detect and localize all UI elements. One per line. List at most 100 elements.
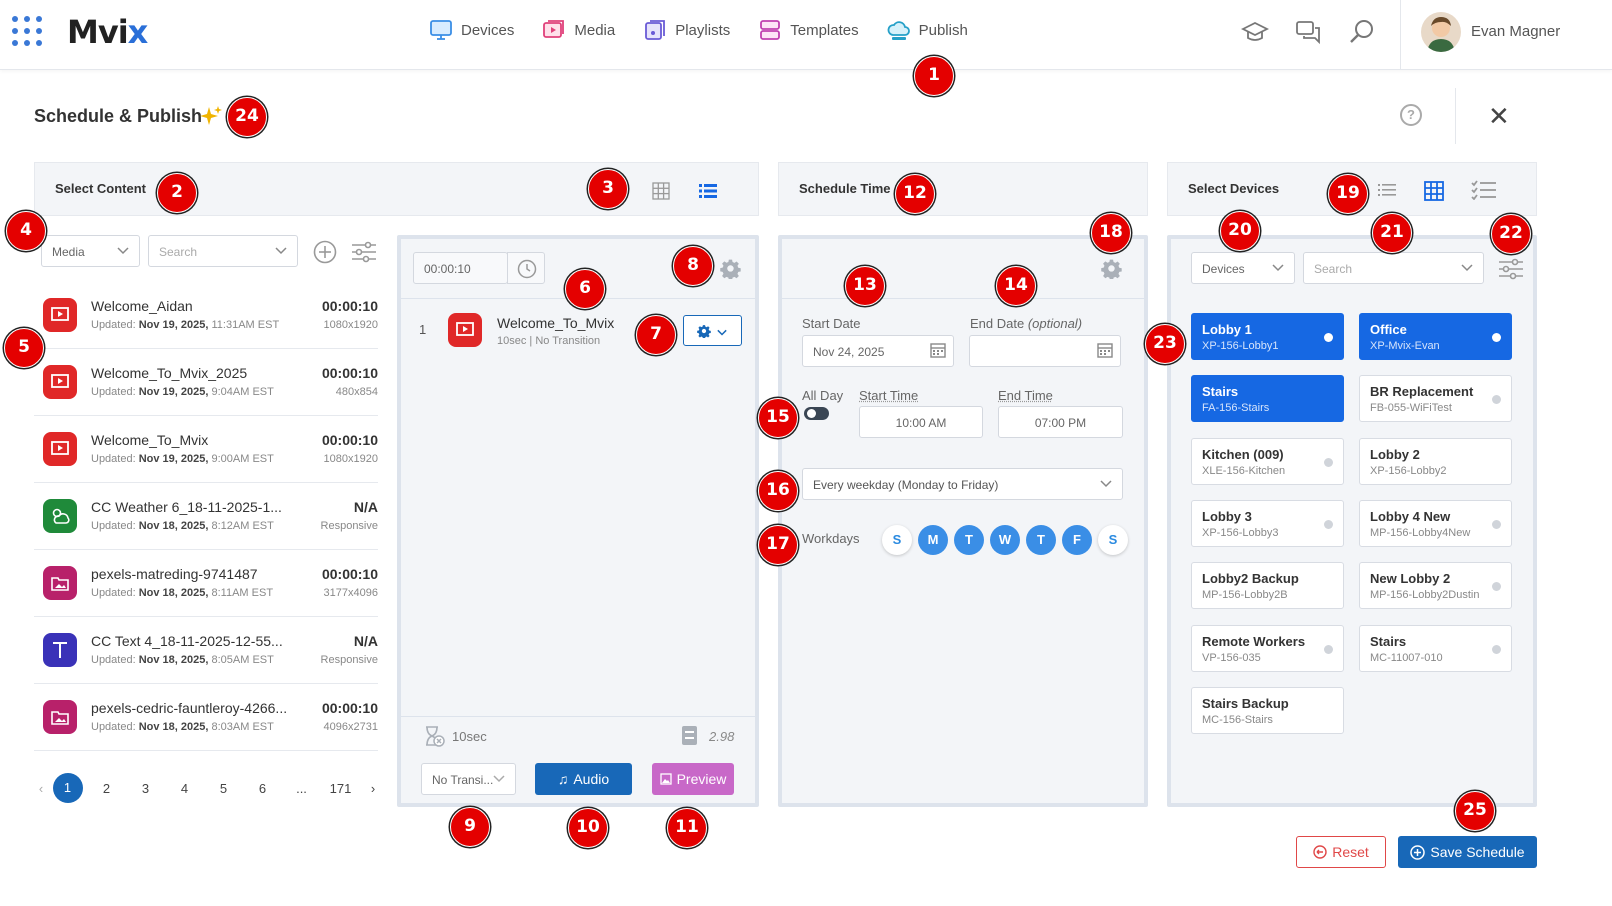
close-icon[interactable]: ✕ <box>1488 103 1510 129</box>
device-type-select[interactable]: Devices <box>1191 252 1295 284</box>
filter-sliders-icon[interactable] <box>1498 257 1524 281</box>
annotation-badge: 14 <box>996 266 1036 306</box>
list-item[interactable]: Welcome_To_Mvix Updated: Nov 19, 2025, 9… <box>34 416 378 483</box>
list-item[interactable]: Welcome_To_Mvix_2025 Updated: Nov 19, 20… <box>34 349 378 416</box>
nav-media[interactable]: Media <box>542 18 615 42</box>
gear-icon[interactable] <box>1101 258 1122 279</box>
device-card-new-lobby-2[interactable]: New Lobby 2 MP-156-Lobby2Dustin <box>1359 562 1512 609</box>
audio-button[interactable]: ♫ Audio <box>535 763 632 795</box>
list-item[interactable]: pexels-cedric-fauntleroy-4266... Updated… <box>34 684 378 751</box>
list-view-icon[interactable] <box>1378 183 1396 197</box>
day-monday[interactable]: M <box>918 525 948 555</box>
content-search-input[interactable]: Search <box>148 235 298 267</box>
avatar[interactable] <box>1421 12 1461 52</box>
content-name: Welcome_Aidan <box>91 298 193 314</box>
all-day-toggle[interactable] <box>804 407 829 420</box>
device-card-stairs-mc[interactable]: Stairs MC-11007-010 <box>1359 625 1512 672</box>
device-card-office[interactable]: Office XP-Mvix-Evan <box>1359 313 1512 360</box>
calendar-icon[interactable] <box>930 342 946 358</box>
device-card-kitchen[interactable]: Kitchen (009) XLE-156-Kitchen <box>1191 438 1344 485</box>
gear-icon[interactable] <box>720 258 741 279</box>
nav-publish[interactable]: Publish <box>887 18 968 42</box>
clock-button[interactable] <box>507 252 545 284</box>
calendar-icon[interactable] <box>1097 342 1113 358</box>
content-type-select[interactable]: Media <box>41 235 140 267</box>
search-icon[interactable] <box>1348 18 1376 46</box>
device-card-lobby-1[interactable]: Lobby 1 XP-156-Lobby1 <box>1191 313 1344 360</box>
clock-icon <box>517 259 537 279</box>
apps-grid-icon[interactable] <box>12 16 42 46</box>
device-card-remote-workers[interactable]: Remote Workers VP-156-035 <box>1191 625 1344 672</box>
chevron-down-icon <box>717 329 727 336</box>
prev-page-icon[interactable]: ‹ <box>34 781 48 796</box>
help-icon[interactable]: ? <box>1400 104 1422 126</box>
day-sunday[interactable]: S <box>882 525 912 555</box>
device-card-lobby2-backup[interactable]: Lobby2 Backup MP-156-Lobby2B <box>1191 562 1344 609</box>
schedule-time-header: Schedule Time <box>778 162 1148 216</box>
day-saturday[interactable]: S <box>1098 525 1128 555</box>
page-4[interactable]: 4 <box>165 781 204 796</box>
mvix-logo[interactable]: Mvix <box>67 13 148 51</box>
annotation-badge: 18 <box>1091 213 1131 253</box>
list-view-icon[interactable] <box>699 183 717 199</box>
add-circle-icon[interactable] <box>313 240 337 264</box>
chevron-down-icon <box>117 247 129 255</box>
day-tuesday[interactable]: T <box>954 525 984 555</box>
day-wednesday[interactable]: W <box>990 525 1020 555</box>
transition-select[interactable]: No Transi... <box>421 763 516 795</box>
page-last[interactable]: 171 <box>321 781 360 796</box>
device-card-stairs-backup[interactable]: Stairs Backup MC-156-Stairs <box>1191 687 1344 734</box>
grid-view-icon[interactable] <box>1424 181 1444 201</box>
page-6[interactable]: 6 <box>243 781 282 796</box>
reset-button[interactable]: Reset <box>1296 836 1386 868</box>
device-card-lobby-2[interactable]: Lobby 2 XP-156-Lobby2 <box>1359 438 1512 485</box>
list-item[interactable]: Welcome_Aidan Updated: Nov 19, 2025, 11:… <box>34 282 378 349</box>
panel-divider <box>401 716 755 717</box>
user-name[interactable]: Evan Magner <box>1471 23 1560 40</box>
checklist-icon[interactable] <box>1471 180 1496 200</box>
annotation-badge: 5 <box>4 328 44 368</box>
status-dot <box>1324 645 1333 654</box>
chat-icon[interactable] <box>1295 18 1323 46</box>
end-time-input[interactable]: 07:00 PM <box>998 406 1123 438</box>
day-thursday[interactable]: T <box>1026 525 1056 555</box>
device-card-br-replacement[interactable]: BR Replacement FB-055-WiFiTest <box>1359 375 1512 422</box>
page-5[interactable]: 5 <box>204 781 243 796</box>
content-duration: N/A <box>353 499 378 515</box>
sparkle-icon[interactable] <box>199 104 223 128</box>
nav-devices[interactable]: Devices <box>429 18 514 42</box>
annotation-badge: 17 <box>758 525 798 565</box>
duration-input[interactable]: 00:00:10 <box>413 252 508 284</box>
device-search-input[interactable]: Search <box>1303 252 1484 284</box>
content-duration: 00:00:10 <box>321 566 378 582</box>
status-dot <box>1324 333 1333 342</box>
grid-view-icon[interactable] <box>652 182 670 200</box>
recurrence-select[interactable]: Every weekday (Monday to Friday) <box>802 468 1123 500</box>
list-item[interactable]: CC Text 4_18-11-2025-12-55... Updated: N… <box>34 617 378 684</box>
page-1[interactable]: 1 <box>48 773 87 803</box>
day-friday[interactable]: F <box>1062 525 1092 555</box>
filter-sliders-icon[interactable] <box>351 240 377 264</box>
templates-icon <box>760 20 781 40</box>
select-content-title: Select Content <box>55 181 147 196</box>
content-resolution: 1080x1920 <box>323 453 378 465</box>
preview-button[interactable]: Preview <box>652 763 734 795</box>
start-time-input[interactable]: 10:00 AM <box>859 406 983 438</box>
content-name: pexels-matreding-9741487 <box>91 566 258 582</box>
next-page-icon[interactable]: › <box>360 781 386 796</box>
nav-templates[interactable]: Templates <box>758 18 859 42</box>
device-card-lobby-4-new[interactable]: Lobby 4 New MP-156-Lobby4New <box>1359 500 1512 547</box>
list-item[interactable]: CC Weather 6_18-11-2025-1... Updated: No… <box>34 483 378 550</box>
device-card-stairs[interactable]: Stairs FA-156-Stairs <box>1191 375 1344 422</box>
device-card-lobby-3[interactable]: Lobby 3 XP-156-Lobby3 <box>1191 500 1344 547</box>
content-duration: 00:00:10 <box>321 700 378 716</box>
save-schedule-button[interactable]: Save Schedule <box>1398 836 1537 868</box>
content-name: CC Weather 6_18-11-2025-1... <box>91 499 282 515</box>
list-item[interactable]: pexels-matreding-9741487 Updated: Nov 18… <box>34 550 378 617</box>
graduation-cap-icon[interactable] <box>1241 18 1269 46</box>
slideshow-icon <box>448 313 482 347</box>
page-2[interactable]: 2 <box>87 781 126 796</box>
page-3[interactable]: 3 <box>126 781 165 796</box>
nav-playlists[interactable]: Playlists <box>643 18 730 42</box>
item-settings-dropdown[interactable] <box>683 315 742 346</box>
